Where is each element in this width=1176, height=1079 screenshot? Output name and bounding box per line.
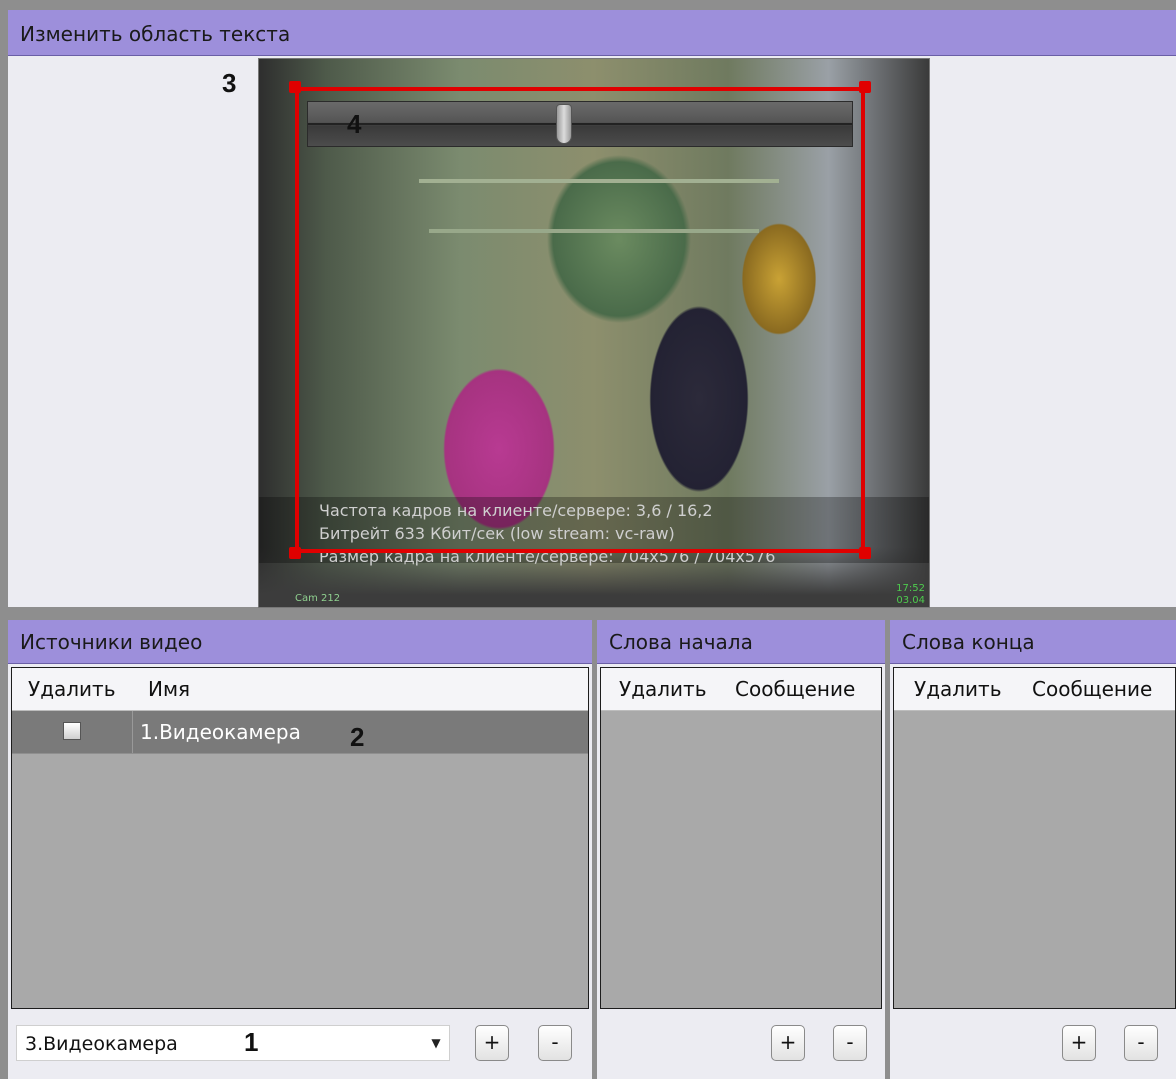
end-words-panel: Слова конца Удалить Сообщение + - [890,620,1176,1079]
add-end-word-button[interactable]: + [1062,1025,1096,1061]
resize-handle-bottom-right[interactable] [859,547,871,559]
column-header-name[interactable]: Имя [148,668,190,710]
remove-source-button[interactable]: - [538,1025,572,1061]
resize-handle-top-right[interactable] [859,81,871,93]
sources-table-header: Удалить Имя [12,668,588,711]
start-words-title: Слова начала [597,620,885,664]
add-start-word-button[interactable]: + [771,1025,805,1061]
end-words-table-header: Удалить Сообщение [894,668,1175,711]
text-region-rectangle[interactable] [295,87,865,553]
video-preview[interactable]: Частота кадров на клиенте/сервере: 3,6 /… [258,58,930,608]
delete-checkbox[interactable] [63,722,81,740]
video-sources-panel: Источники видео Удалить Имя 1.Видеокамер… [8,620,592,1079]
start-words-footer: + - [597,1011,885,1079]
sources-title: Источники видео [8,620,592,664]
editor-title: Изменить область текста [8,10,1176,56]
sources-table: Удалить Имя 1.Видеокамера 2 [11,667,589,1009]
camera-select-value: 3.Видеокамера [25,1033,178,1055]
start-words-panel: Слова начала Удалить Сообщение + - [597,620,885,1079]
chevron-down-icon[interactable]: ▼ [423,1026,449,1060]
timestamp-time: 17:52 [896,583,925,594]
remove-start-word-button[interactable]: - [833,1025,867,1061]
sources-footer: 3.Видеокамера ▼ 1 + - [8,1011,592,1079]
table-row[interactable]: 1.Видеокамера [12,711,588,753]
callout-2: 2 [350,722,365,752]
add-source-button[interactable]: + [475,1025,509,1061]
start-words-table-header: Удалить Сообщение [601,668,881,711]
timestamp-date: 03.04 [896,595,925,606]
end-words-footer: + - [890,1011,1176,1079]
camera-select[interactable]: 3.Видеокамера ▼ [16,1025,450,1061]
camera-label: Cam 212 [295,593,341,604]
start-words-table: Удалить Сообщение [600,667,882,1009]
column-header-delete[interactable]: Удалить [914,668,1002,710]
row-divider [12,753,588,754]
cell-divider [132,711,133,753]
remove-end-word-button[interactable]: - [1124,1025,1158,1061]
text-area-editor-panel: Изменить область текста 3 Частота кадров… [8,10,1176,608]
column-header-message[interactable]: Сообщение [1032,668,1152,710]
callout-1: 1 [244,1027,259,1057]
column-header-delete[interactable]: Удалить [28,668,116,710]
end-words-title: Слова конца [890,620,1176,664]
column-header-delete[interactable]: Удалить [619,668,707,710]
resize-handle-top-left[interactable] [289,81,301,93]
end-words-table: Удалить Сообщение [893,667,1176,1009]
resize-handle-bottom-left[interactable] [289,547,301,559]
column-header-message[interactable]: Сообщение [735,668,855,710]
source-name-cell: 1.Видеокамера [140,720,301,744]
callout-3: 3 [222,68,237,98]
